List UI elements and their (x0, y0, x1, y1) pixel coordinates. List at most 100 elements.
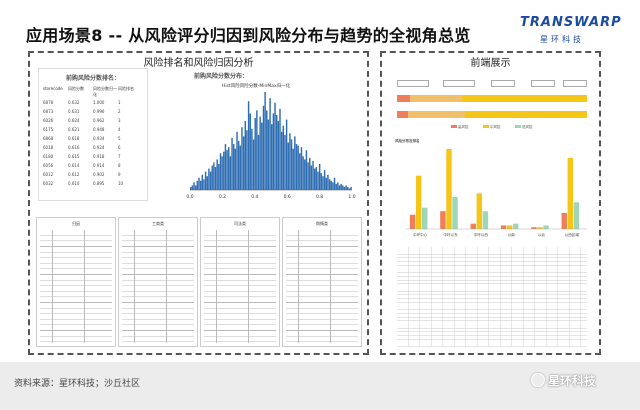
grouped-bar-category-label: 以西区域 (565, 232, 580, 237)
grouped-bar (506, 225, 513, 229)
date-start-field[interactable] (397, 80, 429, 87)
rank-table-row: 6026 0.624 0.962 3 (43, 116, 143, 125)
doc-heading: 舆情类 (316, 221, 328, 226)
histogram-bar (292, 148, 294, 190)
grouped-bar (500, 225, 507, 229)
rank-table-cell: 0.924 (93, 145, 105, 150)
grouped-bar (446, 149, 452, 229)
logo-wordmark: TRANSWARP (520, 15, 622, 30)
histogram-bar (337, 182, 339, 190)
rank-table-cell: 7 (118, 154, 121, 159)
watermark-text: 星环科技 (548, 374, 597, 388)
rank-table-cell: 9 (118, 172, 121, 177)
histogram-bar (295, 144, 298, 190)
rank-table-cell: 0.631 (68, 109, 80, 114)
rank-table-cell: 3 (118, 118, 121, 123)
rank-col-normalized: 风险分数归一化 (93, 86, 117, 97)
grouped-bar (452, 197, 458, 229)
doc-table-lines (40, 230, 112, 343)
grouped-bar (415, 175, 422, 229)
histogram-tick-label: 0.0 (186, 194, 193, 200)
histogram-bar (307, 162, 309, 190)
histogram-bar (320, 173, 323, 190)
histogram-bar (297, 145, 299, 190)
rank-table-row: 6878 0.632 1.000 1 (43, 98, 143, 107)
rank-table-header-row: storecode 风险分数 风险分数归一化 风险排名 (43, 86, 143, 98)
grouped-bar-category-label: 中环中心 (413, 232, 428, 237)
rank-table-cell: 0.621 (68, 127, 80, 132)
rank-table-cell: 0.612 (68, 172, 80, 177)
filter-controls (391, 79, 591, 87)
histogram-bar (313, 168, 316, 190)
histogram-bar (345, 185, 347, 190)
rank-table-cell: 6873 (43, 109, 54, 114)
rank-table-cell: 0.902 (93, 172, 105, 177)
histogram-bar (259, 116, 261, 190)
histogram-bar (201, 174, 204, 190)
histogram-bar (285, 119, 288, 190)
rank-table-row: 6032 0.610 0.895 10 (43, 179, 143, 188)
bar-seg-mid (410, 95, 462, 102)
histogram-bar (267, 119, 270, 190)
doc-table-lines (204, 230, 276, 343)
histogram-bar (208, 168, 210, 190)
grouped-bar (561, 213, 567, 229)
histogram-bar (242, 136, 245, 190)
histogram-bar (289, 133, 291, 190)
distribution-bar-2 (397, 111, 587, 118)
histogram-bar (213, 162, 215, 190)
histogram-tick-label: 0.2 (219, 194, 226, 200)
region-select[interactable] (491, 80, 515, 87)
rank-col-score: 风险分数 (68, 86, 84, 91)
histogram-bar (246, 130, 248, 190)
grouped-bar (421, 207, 428, 229)
histogram-bar (199, 180, 202, 190)
rank-col-rank: 风险排名 (118, 86, 134, 91)
histogram-bar (343, 186, 346, 190)
risk-histogram: 前购风险分数分布： Hist风险风险分数-MinMax归一化 0.0 0.2 0.4… (166, 68, 358, 208)
histogram-bar (262, 105, 265, 190)
rank-col-storecode: storecode (43, 86, 63, 91)
histogram-bar (211, 165, 213, 190)
histogram-bar (318, 163, 321, 190)
histogram-bar (206, 176, 208, 190)
risk-analysis-panel: 风险排名和风险归因分析 前购风险分数排名： storecode 风险分数 风险分… (28, 51, 369, 355)
histogram-bar (280, 131, 283, 190)
doc-judicial: 司法类 (200, 217, 280, 347)
watermark: 星环科技 (531, 372, 596, 389)
rank-table-cell: 6012 (43, 172, 54, 177)
histogram-bar (194, 185, 197, 190)
histogram-bar (244, 121, 246, 190)
histogram-bar (279, 108, 281, 190)
histogram-bar (232, 144, 235, 190)
histogram-tick-label: 0.4 (251, 194, 258, 200)
histogram-bar (203, 179, 205, 190)
histogram-bar (190, 186, 192, 190)
rank-table-cell: 0.918 (93, 154, 105, 159)
histogram-bar (333, 177, 336, 190)
level-select[interactable] (563, 80, 587, 87)
grouped-bar-category-label: 以北 (538, 232, 546, 237)
histogram-bar (315, 167, 318, 190)
rank-table-cell: 0.914 (93, 163, 105, 168)
rank-table-cell: 0.948 (93, 127, 105, 132)
slide: 应用场景8 -- 从风险评分归因到风险分布与趋势的全视角总览 TRANSWARP… (0, 0, 640, 362)
histogram-bar (209, 171, 212, 191)
histogram-bar (216, 159, 218, 191)
histogram-bar (239, 145, 242, 190)
histogram-bar (269, 98, 271, 191)
grouped-bar-chart: 中环中心 中环以东 中环以西 以南 以北 以西区域 (405, 149, 587, 237)
date-end-field[interactable] (443, 80, 475, 87)
histogram-bar (254, 118, 256, 190)
histogram-bar (305, 150, 308, 190)
histogram-bar (300, 147, 303, 191)
rank-table-cell: 1.000 (93, 100, 105, 105)
rank-table-cell: 5 (118, 136, 121, 141)
type-select[interactable] (531, 80, 555, 87)
histogram-bar (275, 114, 278, 190)
rank-table-body: 6878 0.632 1.000 1 6873 0.631 0.996 2 6026 0.624 0… (39, 98, 147, 188)
rank-table-cell: 0.934 (93, 136, 105, 141)
histogram-bar (221, 156, 223, 190)
grouped-bar (543, 225, 549, 229)
histogram-bar (256, 110, 258, 191)
